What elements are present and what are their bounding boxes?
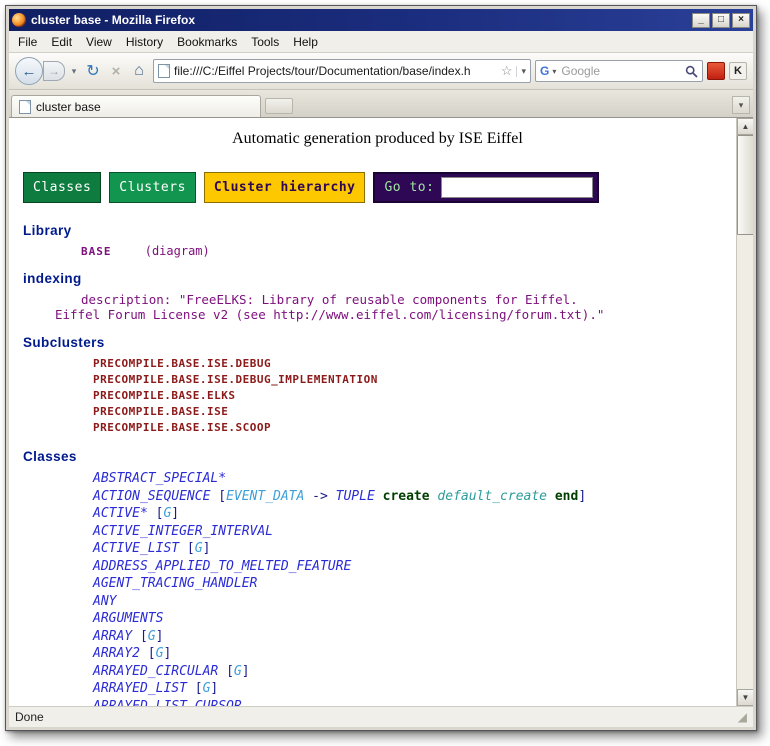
firefox-window: cluster base - Mozilla Firefox _ □ × Fil… [5, 5, 757, 731]
search-bar[interactable]: G ▾ [535, 60, 703, 82]
menu-item-tools[interactable]: Tools [244, 33, 286, 51]
home-icon[interactable]: ⌂ [129, 62, 149, 80]
class-link[interactable]: ACTIVE* [G] [93, 505, 736, 523]
page-header-text: Automatic generation produced by ISE Eif… [19, 130, 736, 148]
close-button[interactable]: × [732, 13, 750, 28]
address-bar[interactable]: file:///C:/Eiffel Projects/tour/Document… [153, 59, 531, 83]
scroll-down-icon[interactable]: ▼ [737, 689, 753, 706]
menu-item-history[interactable]: History [119, 33, 170, 51]
indexing-heading: indexing [23, 271, 736, 286]
search-icon[interactable] [685, 65, 698, 78]
vertical-scrollbar[interactable]: ▲ ▼ [736, 118, 753, 706]
tab-cluster-base[interactable]: cluster base [11, 95, 261, 117]
class-link[interactable]: ANY [93, 593, 736, 611]
tab-drag-space [265, 98, 293, 114]
minimize-button[interactable]: _ [692, 13, 710, 28]
list-all-tabs-button[interactable]: ▾ [732, 96, 750, 114]
navigation-toolbar: ← → ▾ ↻ × ⌂ file:///C:/Eiffel Projects/t… [9, 53, 753, 90]
google-engine-icon[interactable]: G [540, 64, 549, 78]
menu-bar: FileEditViewHistoryBookmarksToolsHelp [9, 31, 753, 53]
status-bar: Done ◢ [9, 706, 753, 727]
tab-page-icon [19, 100, 31, 114]
tab-strip: cluster base ▾ [9, 90, 753, 117]
indexing-description-line2: Eiffel Forum License v2 (see http://www.… [55, 307, 736, 322]
library-line: BASE (diagram) [81, 244, 736, 258]
library-diagram-link[interactable]: (diagram) [145, 244, 210, 258]
menu-item-help[interactable]: Help [286, 33, 325, 51]
forward-button[interactable]: → [43, 61, 65, 81]
search-input[interactable] [559, 63, 682, 79]
maximize-button[interactable]: □ [712, 13, 730, 28]
document-page: Automatic generation produced by ISE Eif… [9, 118, 736, 706]
class-link[interactable]: ACTION_SEQUENCE [EVENT_DATA -> TUPLE cre… [93, 488, 736, 506]
indexing-description-line1: description: "FreeELKS: Library of reusa… [81, 292, 736, 307]
classes-button[interactable]: Classes [23, 172, 101, 203]
class-link[interactable]: ARRAY [G] [93, 628, 736, 646]
class-link[interactable]: ADDRESS_APPLIED_TO_MELTED_FEATURE [93, 558, 736, 576]
subcluster-link[interactable]: PRECOMPILE.BASE.ISE.DEBUG [93, 356, 736, 372]
class-link[interactable]: ACTIVE_LIST [G] [93, 540, 736, 558]
address-dropdown-icon[interactable]: ▾ [516, 66, 526, 77]
refresh-icon[interactable]: ↻ [83, 61, 103, 81]
doc-nav-buttons: Classes Clusters Cluster hierarchy Go to… [23, 172, 736, 203]
bookmark-star-icon[interactable]: ☆ [501, 63, 513, 79]
subclusters-heading: Subclusters [23, 335, 736, 350]
class-link[interactable]: AGENT_TRACING_HANDLER [93, 575, 736, 593]
cluster-hierarchy-button[interactable]: Cluster hierarchy [204, 172, 366, 203]
stop-icon[interactable]: × [107, 63, 125, 80]
classes-heading: Classes [23, 449, 736, 464]
library-heading: Library [23, 223, 736, 238]
tab-label: cluster base [36, 100, 101, 114]
clusters-button[interactable]: Clusters [109, 172, 196, 203]
menu-item-edit[interactable]: Edit [44, 33, 79, 51]
classes-list: ABSTRACT_SPECIAL*ACTION_SEQUENCE [EVENT_… [19, 470, 736, 706]
address-input[interactable]: file:///C:/Eiffel Projects/tour/Document… [174, 64, 497, 78]
class-link[interactable]: ARRAYED_LIST [G] [93, 680, 736, 698]
subclusters-list: PRECOMPILE.BASE.ISE.DEBUGPRECOMPILE.BASE… [19, 356, 736, 436]
browser-content: Automatic generation produced by ISE Eif… [9, 117, 753, 706]
goto-input[interactable] [441, 177, 593, 198]
back-button[interactable]: ← [15, 57, 43, 85]
scrollbar-thumb[interactable] [737, 135, 753, 235]
library-base-link[interactable]: BASE [81, 245, 112, 258]
class-link[interactable]: ABSTRACT_SPECIAL* [93, 470, 736, 488]
status-text: Done [15, 710, 738, 724]
extension-red-icon[interactable] [707, 62, 725, 80]
class-link[interactable]: ARRAYED_LIST_CURSOR [93, 698, 736, 707]
class-link[interactable]: ACTIVE_INTEGER_INTERVAL [93, 523, 736, 541]
page-favicon-icon [158, 64, 170, 78]
class-link[interactable]: ARGUMENTS [93, 610, 736, 628]
window-controls: _ □ × [692, 13, 750, 28]
firefox-logo-icon [12, 13, 26, 27]
scroll-up-icon[interactable]: ▲ [737, 118, 753, 135]
menu-item-view[interactable]: View [79, 33, 119, 51]
search-engine-dropdown-icon[interactable]: ▾ [552, 67, 556, 76]
class-link[interactable]: ARRAYED_CIRCULAR [G] [93, 663, 736, 681]
window-title: cluster base - Mozilla Firefox [31, 13, 687, 27]
history-dropdown-icon[interactable]: ▾ [69, 66, 79, 77]
goto-group: Go to: [373, 172, 599, 203]
subcluster-link[interactable]: PRECOMPILE.BASE.ISE [93, 404, 736, 420]
menu-item-bookmarks[interactable]: Bookmarks [170, 33, 244, 51]
subcluster-link[interactable]: PRECOMPILE.BASE.ISE.DEBUG_IMPLEMENTATION [93, 372, 736, 388]
subcluster-link[interactable]: PRECOMPILE.BASE.ELKS [93, 388, 736, 404]
class-link[interactable]: ARRAY2 [G] [93, 645, 736, 663]
menu-item-file[interactable]: File [11, 33, 44, 51]
title-bar[interactable]: cluster base - Mozilla Firefox _ □ × [9, 9, 753, 31]
subcluster-link[interactable]: PRECOMPILE.BASE.ISE.SCOOP [93, 420, 736, 436]
resize-grip[interactable]: ◢ [738, 710, 747, 724]
goto-label: Go to: [384, 180, 434, 195]
extension-k-icon[interactable]: K [729, 62, 747, 80]
